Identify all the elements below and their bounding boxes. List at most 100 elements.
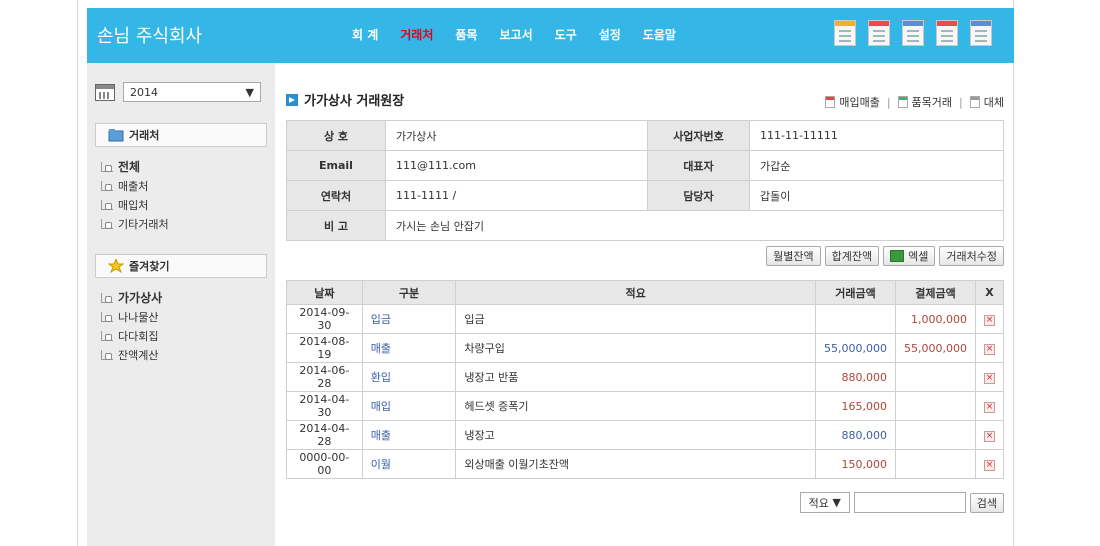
company-name: 손님 주식회사 xyxy=(97,26,203,47)
nav-reports[interactable]: 보고서 xyxy=(499,26,532,43)
label-note: 비 고 xyxy=(286,210,386,241)
page-title-row: 가가상사 거래원장 xyxy=(286,90,404,109)
delete-icon[interactable]: × xyxy=(983,315,995,326)
table-row[interactable]: 2014-04-30 매입 헤드셋 증폭기 165,000 × xyxy=(286,391,1005,421)
edit-client-button[interactable]: 거래처수정 xyxy=(939,246,1004,266)
value-company: 가가상사 xyxy=(385,120,648,151)
table-icon xyxy=(969,96,980,108)
value-phone: 111-1111 / xyxy=(385,180,648,211)
nav-settings[interactable]: 설정 xyxy=(599,26,621,43)
section-favorites-label: 즐겨찾기 xyxy=(129,260,170,273)
calendar-icon xyxy=(95,83,115,101)
tree-icon xyxy=(101,199,113,210)
favorites-list: 가가상사 나나물산 다다회집 잔액계산 xyxy=(101,288,162,364)
search-bar: 적요 ▼ 검색 xyxy=(799,492,1004,513)
value-manager: 갑돌이 xyxy=(749,180,1004,211)
page-title: 가가상사 거래원장 xyxy=(304,94,405,109)
excel-button[interactable]: 엑셀 xyxy=(883,246,936,266)
table-row[interactable]: 2014-04-28 매출 냉장고 880,000 × xyxy=(286,420,1005,450)
nav-items[interactable]: 품목 xyxy=(455,26,477,43)
toolbar-icons xyxy=(834,20,992,46)
sidebar: 2014 ▼ 거래처 전체 매출처 매입처 기타거래처 즐겨찾기 가가상사 나나… xyxy=(87,63,275,546)
delete-icon[interactable]: × xyxy=(983,373,995,384)
delete-icon[interactable]: × xyxy=(983,344,995,355)
year-picker: 2014 ▼ xyxy=(95,82,261,102)
ledger-table: 날짜 구분 적요 거래금액 결제금액 X 2014-09-30 입금 입금 1,… xyxy=(286,280,1005,479)
favorite-item-nana[interactable]: 나나물산 xyxy=(101,307,162,326)
favorite-item-gaga[interactable]: 가가상사 xyxy=(101,288,162,307)
action-buttons: 월별잔액 합계잔액 엑셀 거래처수정 xyxy=(766,246,1004,266)
table-row[interactable]: 2014-08-19 매출 차량구입 55,000,000 55,000,000… xyxy=(286,333,1005,363)
report-icon[interactable] xyxy=(834,20,856,46)
link-purchase-sales[interactable]: 매입매출 xyxy=(825,94,880,110)
main-nav: 회 계 거래처 품목 보고서 도구 설정 도움말 xyxy=(352,26,698,43)
sidebar-item-all[interactable]: 전체 xyxy=(101,157,169,176)
table-icon[interactable] xyxy=(936,20,958,46)
nav-clients[interactable]: 거래처 xyxy=(400,26,433,43)
client-info-table: 상 호 가가상사 사업자번호 111-11-11111 Email 111@11… xyxy=(286,120,1004,241)
value-note: 가시는 손님 안잡기 xyxy=(385,210,1004,241)
table-row[interactable]: 0000-00-00 이월 외상매출 이월기초잔액 150,000 × xyxy=(286,449,1005,479)
sidebar-item-purchase[interactable]: 매입처 xyxy=(101,195,169,214)
arrow-icon xyxy=(286,93,298,106)
label-email: Email xyxy=(286,150,386,181)
value-email: 111@111.com xyxy=(385,150,648,181)
total-balance-button[interactable]: 합계잔액 xyxy=(824,246,880,266)
favorite-item-dada[interactable]: 다다회집 xyxy=(101,326,162,345)
label-phone: 연락처 xyxy=(286,180,386,211)
separator: | xyxy=(886,95,891,109)
section-clients-label: 거래처 xyxy=(129,129,160,142)
tree-icon xyxy=(101,330,113,341)
year-select[interactable]: 2014 ▼ xyxy=(123,82,261,102)
col-amount: 거래금액 xyxy=(814,280,896,305)
section-clients[interactable]: 거래처 xyxy=(95,123,267,147)
sidebar-item-sales[interactable]: 매출처 xyxy=(101,176,169,195)
search-input[interactable] xyxy=(853,492,966,513)
monthly-balance-button[interactable]: 월별잔액 xyxy=(766,246,821,266)
nav-help[interactable]: 도움말 xyxy=(643,26,676,43)
nav-tools[interactable]: 도구 xyxy=(555,26,577,43)
chevron-down-icon: ▼ xyxy=(245,85,254,99)
star-icon xyxy=(108,259,124,273)
table-row[interactable]: 2014-09-30 입금 입금 1,000,000 × xyxy=(286,304,1005,334)
list-icon[interactable] xyxy=(970,20,992,46)
tree-icon xyxy=(101,218,113,229)
search-field-select[interactable]: 적요 ▼ xyxy=(799,492,850,513)
label-company: 상 호 xyxy=(286,120,386,151)
tree-icon xyxy=(101,292,113,303)
value-ceo: 가갑순 xyxy=(749,150,1004,181)
clients-list: 전체 매출처 매입처 기타거래처 xyxy=(101,157,169,233)
search-button[interactable]: 검색 xyxy=(969,492,1004,513)
excel-icon xyxy=(890,250,905,262)
value-bizno: 111-11-11111 xyxy=(749,120,1004,151)
section-favorites[interactable]: 즐겨찾기 xyxy=(95,254,267,278)
tree-icon xyxy=(101,161,113,172)
col-date: 날짜 xyxy=(286,280,363,305)
sheet-icon[interactable] xyxy=(868,20,890,46)
header-bar: 손님 주식회사 회 계 거래처 품목 보고서 도구 설정 도움말 xyxy=(87,8,1014,63)
sidebar-item-other[interactable]: 기타거래처 xyxy=(101,214,169,233)
delete-icon[interactable]: × xyxy=(983,402,995,413)
separator: | xyxy=(959,95,963,109)
label-manager: 담당자 xyxy=(647,180,750,211)
tree-icon xyxy=(101,180,113,191)
delete-icon[interactable]: × xyxy=(983,460,995,471)
nav-accounting[interactable]: 회 계 xyxy=(352,26,378,43)
quick-links: 매입매출 | 품목거래 | 대체 xyxy=(825,94,1004,110)
folder-icon xyxy=(108,129,124,142)
link-item-trades[interactable]: 품목거래 xyxy=(897,94,952,110)
tree-icon xyxy=(101,349,113,360)
col-delete: X xyxy=(974,280,1005,305)
col-payment: 결제금액 xyxy=(894,280,976,305)
search-doc-icon[interactable] xyxy=(902,20,924,46)
label-bizno: 사업자번호 xyxy=(647,120,750,151)
table-row[interactable]: 2014-06-28 환입 냉장고 반품 880,000 × xyxy=(286,362,1005,392)
label-ceo: 대표자 xyxy=(647,150,750,181)
col-type: 구분 xyxy=(361,280,457,305)
favorite-item-balance[interactable]: 잔액계산 xyxy=(101,345,162,364)
tree-icon xyxy=(101,311,113,322)
doc-icon xyxy=(897,96,908,108)
delete-icon[interactable]: × xyxy=(983,431,995,442)
link-transfer[interactable]: 대체 xyxy=(969,94,1004,110)
sheet-icon xyxy=(825,96,836,108)
